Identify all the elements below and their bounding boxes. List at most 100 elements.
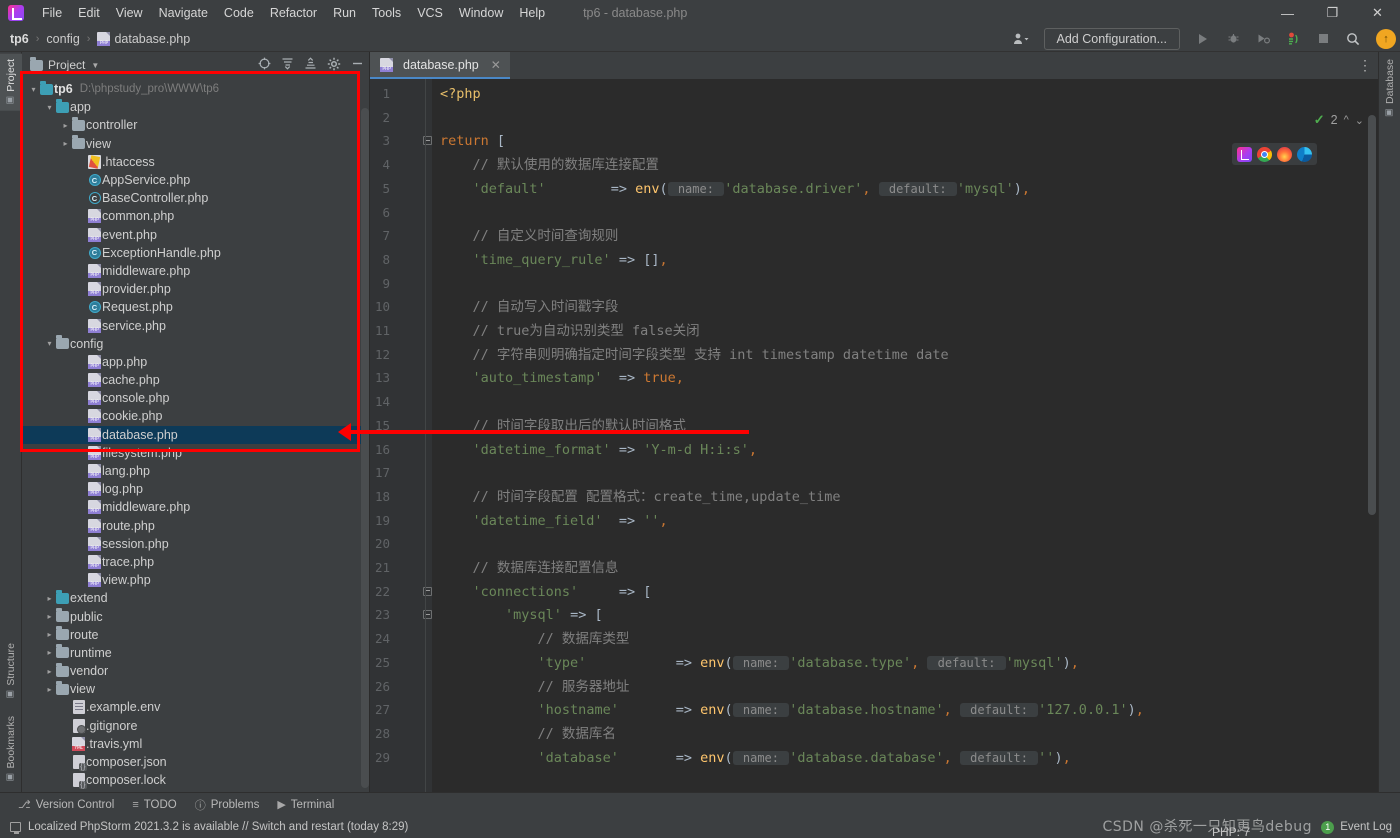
user-dropdown-icon[interactable]	[1008, 28, 1034, 50]
hide-panel-icon[interactable]	[351, 57, 364, 73]
chevron-down-icon[interactable]: ▾	[44, 103, 55, 112]
menu-edit[interactable]: Edit	[70, 3, 108, 23]
tree-row[interactable]: ▸ public	[22, 607, 370, 625]
collapse-all-icon[interactable]	[304, 57, 317, 73]
tree-row[interactable]: ▾ tp6 D:\phpstudy_pro\WWW\tp6	[22, 80, 370, 98]
tree-row[interactable]: view.php	[22, 571, 370, 589]
expand-all-icon[interactable]	[281, 57, 294, 73]
breadcrumb-item-database-php[interactable]: database.php	[97, 31, 190, 46]
maximize-button[interactable]: ❐	[1310, 0, 1355, 26]
select-opened-file-icon[interactable]	[258, 57, 271, 73]
menu-help[interactable]: Help	[511, 3, 553, 23]
bottom-tool-version-control[interactable]: ⎇ Version Control	[18, 798, 114, 812]
run-icon[interactable]	[1190, 28, 1216, 50]
tree-row[interactable]: trace.php	[22, 553, 370, 571]
add-configuration-button[interactable]: Add Configuration...	[1043, 27, 1180, 50]
tool-tab-structure[interactable]: ▣ Structure	[0, 638, 22, 705]
menu-window[interactable]: Window	[451, 3, 511, 23]
inspections-widget[interactable]: ✓ 2 ^ ⌄	[1314, 112, 1364, 128]
tree-row[interactable]: cache.php	[22, 371, 370, 389]
tree-row[interactable]: middleware.php	[22, 498, 370, 516]
bottom-tool-todo[interactable]: ≡ TODO	[132, 799, 176, 811]
open-in-edge-icon[interactable]	[1297, 146, 1312, 162]
breadcrumb-item-tp6[interactable]: tp6	[10, 32, 29, 46]
tree-row[interactable]: app.php	[22, 353, 370, 371]
tree-row[interactable]: ▸ route	[22, 626, 370, 644]
open-in-firefox-icon[interactable]	[1277, 146, 1292, 162]
code-content[interactable]: <?php return [ // 默认使用的数据库连接配置 'default' …	[432, 79, 1378, 792]
chevron-down-icon[interactable]: ▾	[44, 339, 55, 348]
tree-row[interactable]: provider.php	[22, 280, 370, 298]
tree-row[interactable]: session.php	[22, 535, 370, 553]
profile-icon[interactable]	[1280, 28, 1306, 50]
tree-row[interactable]: Request.php	[22, 298, 370, 316]
more-options-icon[interactable]: ⋮	[1358, 52, 1372, 79]
event-log-button[interactable]: Event Log	[1340, 821, 1392, 833]
tree-row[interactable]: console.php	[22, 389, 370, 407]
tree-row[interactable]: ▾ config	[22, 335, 370, 353]
chevron-down-icon[interactable]: ▾	[28, 85, 39, 94]
tool-tab-bookmarks[interactable]: ▣ Bookmarks	[0, 711, 22, 788]
tree-row[interactable]: route.php	[22, 517, 370, 535]
run-with-coverage-icon[interactable]	[1250, 28, 1276, 50]
tree-row[interactable]: ▸ extend	[22, 589, 370, 607]
project-file-tree[interactable]: ▾ tp6 D:\phpstudy_pro\WWW\tp6 ▾ app ▸ controll…	[22, 78, 370, 792]
search-everywhere-icon[interactable]	[1340, 28, 1366, 50]
tree-row-selected[interactable]: database.php	[22, 425, 370, 444]
menu-vcs[interactable]: VCS	[409, 3, 451, 23]
tree-row[interactable]: event.php	[22, 226, 370, 244]
settings-gear-icon[interactable]	[327, 57, 341, 74]
chevron-right-icon[interactable]: ▸	[44, 594, 55, 603]
breadcrumb-item-config[interactable]: config	[46, 32, 79, 46]
project-tree-scrollbar[interactable]	[361, 108, 369, 788]
tree-row[interactable]: .htaccess	[22, 153, 370, 171]
tree-row[interactable]: ▾ app	[22, 98, 370, 116]
menu-file[interactable]: File	[34, 3, 70, 23]
bottom-tool-terminal[interactable]: ▶ Terminal	[277, 798, 334, 812]
chevron-right-icon[interactable]: ▸	[60, 139, 71, 148]
chevron-right-icon[interactable]: ▸	[44, 612, 55, 621]
editor-gutter[interactable]: 1 2 3 4 5 6 7 8 9 10 11 12 13 14 15 16 17 18 19 20 21 22 23 24 2…	[370, 79, 432, 792]
chevron-right-icon[interactable]: ▸	[44, 667, 55, 676]
debug-icon[interactable]	[1220, 28, 1246, 50]
menu-view[interactable]: View	[108, 3, 151, 23]
chevron-right-icon[interactable]: ▸	[44, 685, 55, 694]
status-message[interactable]: Localized PhpStorm 2021.3.2 is available…	[10, 821, 408, 834]
tree-row[interactable]: ExceptionHandle.php	[22, 244, 370, 262]
tree-row[interactable]: ▸ controller	[22, 116, 370, 134]
tree-row[interactable]: middleware.php	[22, 262, 370, 280]
tool-tab-project[interactable]: ▣ Project	[0, 54, 22, 111]
menu-code[interactable]: Code	[216, 3, 262, 23]
tree-row[interactable]: lang.php	[22, 462, 370, 480]
previous-problem-icon[interactable]: ^	[1344, 114, 1349, 126]
chevron-right-icon[interactable]: ▸	[44, 648, 55, 657]
tree-row[interactable]: common.php	[22, 207, 370, 225]
tree-row[interactable]: .gitignore	[22, 717, 370, 735]
tree-row[interactable]: AppService.php	[22, 171, 370, 189]
tree-row[interactable]: ▸ runtime	[22, 644, 370, 662]
tree-row[interactable]: .travis.yml	[22, 735, 370, 753]
next-problem-icon[interactable]: ⌄	[1355, 114, 1364, 127]
open-in-chrome-icon[interactable]	[1257, 146, 1272, 162]
tree-row[interactable]: .example.env	[22, 698, 370, 716]
tree-row[interactable]: log.php	[22, 480, 370, 498]
chevron-right-icon[interactable]: ▸	[44, 630, 55, 639]
tool-tab-database[interactable]: ▣ Database	[1379, 54, 1400, 123]
menu-tools[interactable]: Tools	[364, 3, 409, 23]
tree-row[interactable]: composer.json	[22, 753, 370, 772]
tree-row[interactable]: ▸ view	[22, 135, 370, 153]
tree-row[interactable]: service.php	[22, 316, 370, 334]
minimize-button[interactable]: —	[1265, 0, 1310, 26]
tree-row[interactable]: ▸ view	[22, 680, 370, 698]
editor-tab-database-php[interactable]: database.php ✕	[370, 52, 510, 79]
chevron-down-icon[interactable]: ▼	[91, 61, 99, 70]
close-icon[interactable]: ✕	[491, 58, 501, 72]
menu-navigate[interactable]: Navigate	[151, 3, 216, 23]
bottom-tool-problems[interactable]: ⓘ Problems	[195, 797, 260, 813]
close-button[interactable]: ✕	[1355, 0, 1400, 26]
editor-scrollbar[interactable]	[1368, 115, 1376, 515]
tree-row[interactable]: cookie.php	[22, 407, 370, 425]
tree-row[interactable]: composer.lock	[22, 771, 370, 790]
update-available-icon[interactable]	[1376, 28, 1396, 49]
chevron-right-icon[interactable]: ▸	[60, 121, 71, 130]
